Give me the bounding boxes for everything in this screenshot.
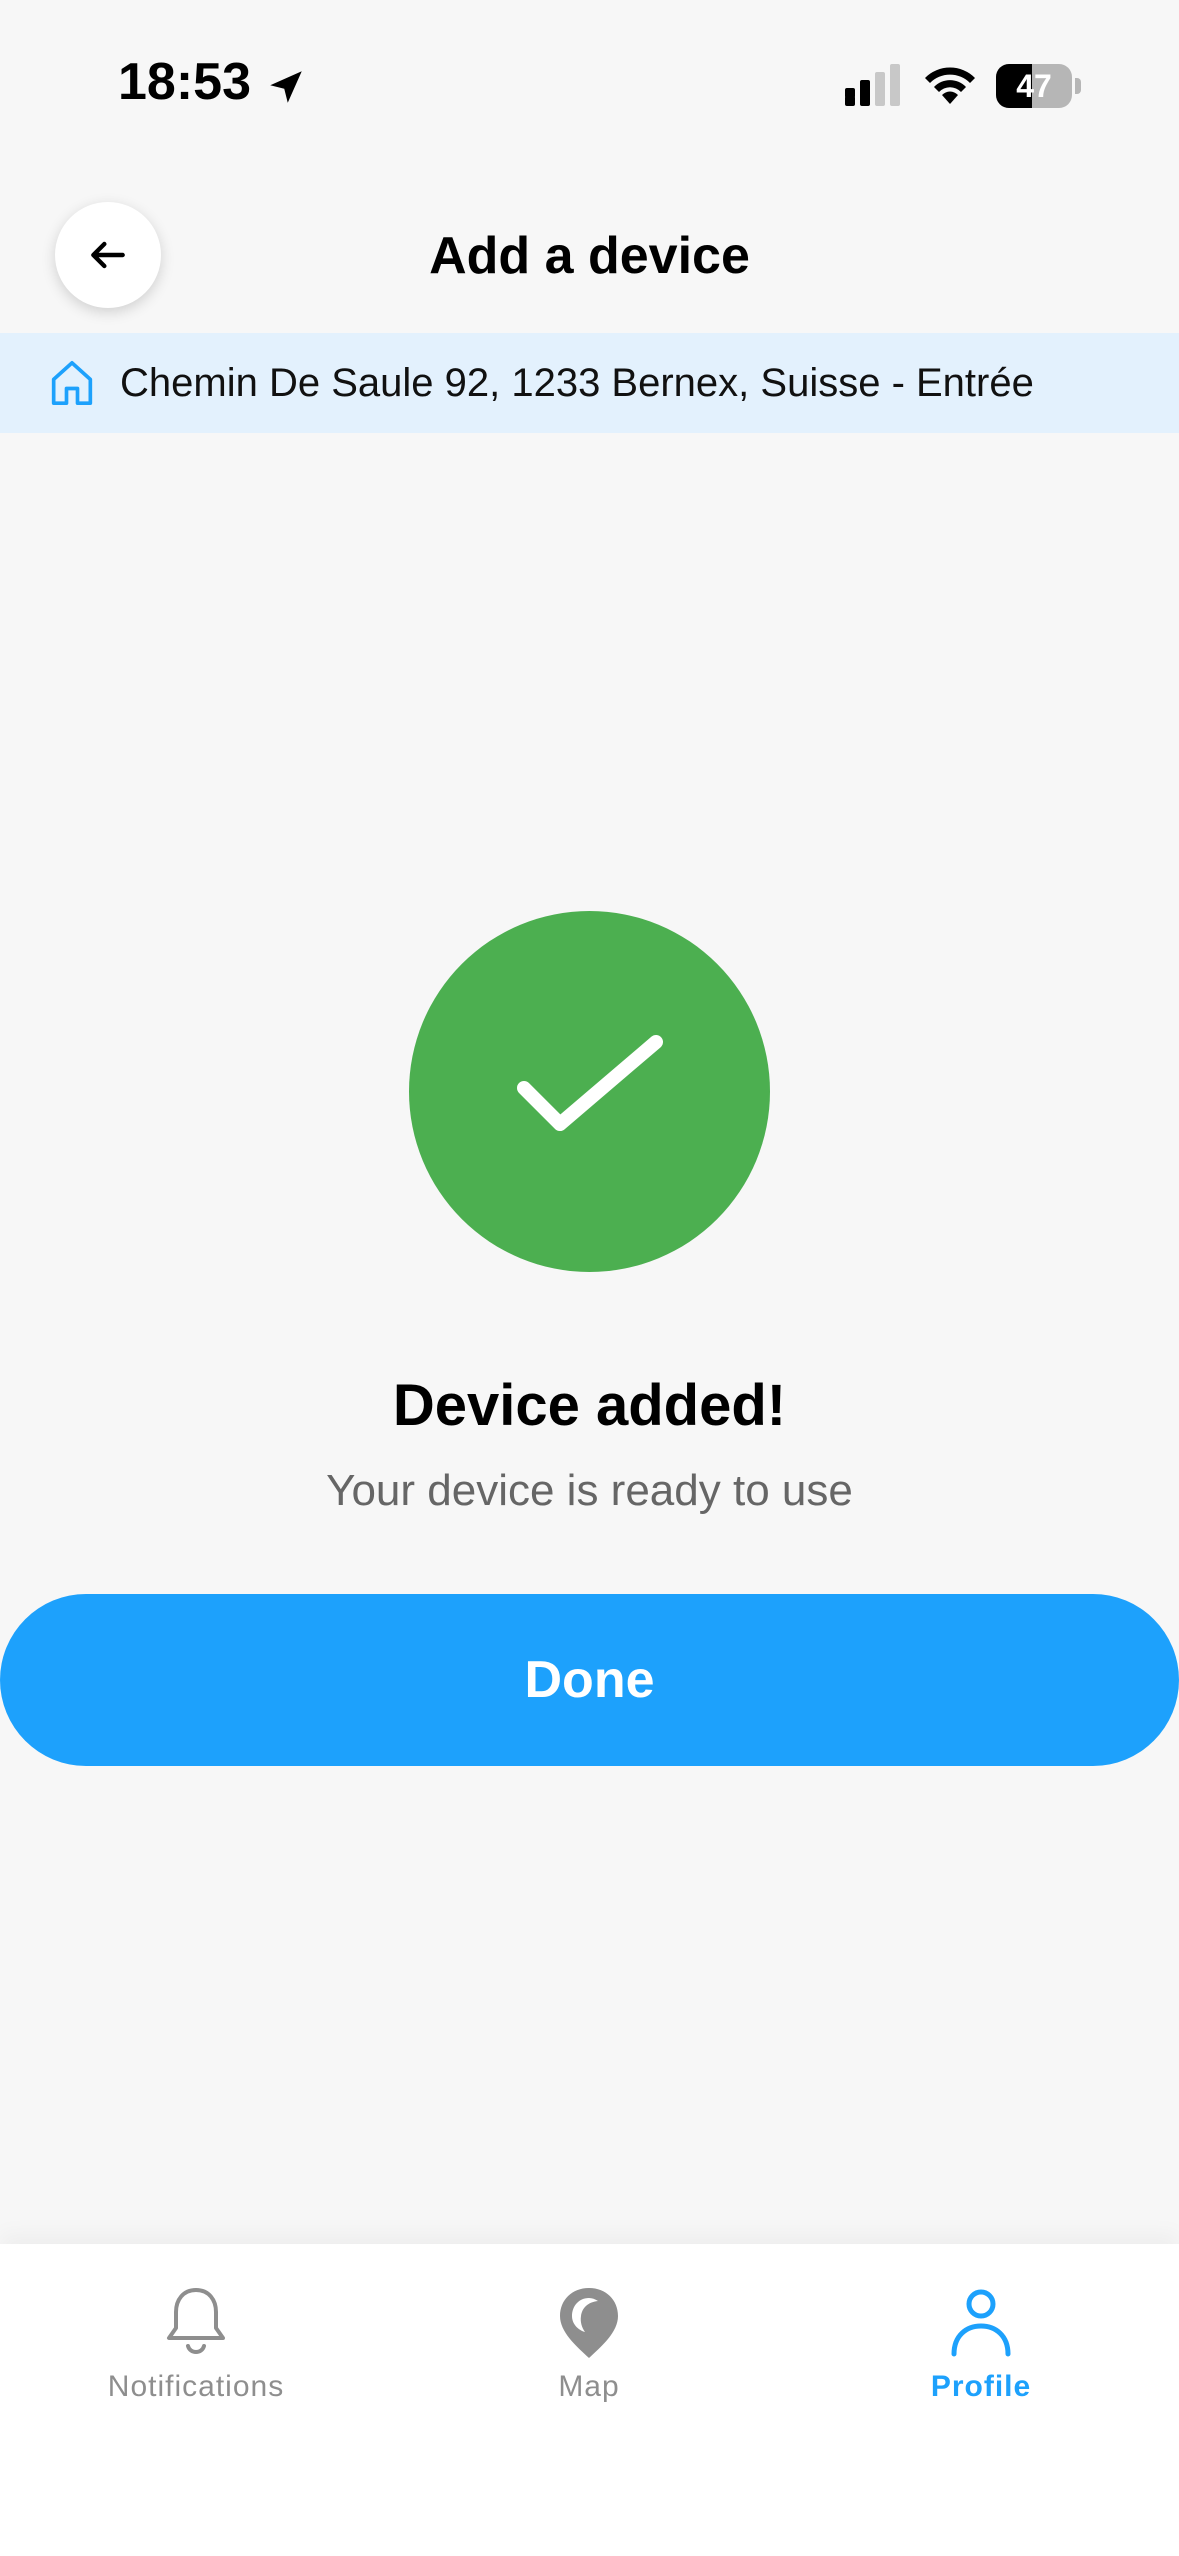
wifi-icon	[925, 67, 975, 104]
tab-label-notifications: Notifications	[107, 2370, 285, 2403]
success-title: Device added!	[392, 1373, 787, 1438]
status-time: 18:53	[118, 53, 251, 111]
battery-level: 47	[1016, 68, 1052, 104]
checkmark-icon	[516, 1034, 663, 1131]
address-text: Chemin De Saule 92, 1233 Bernex, Suisse …	[120, 360, 1034, 405]
tab-profile[interactable]: Profile	[831, 2284, 1131, 2434]
tab-map[interactable]: Map	[439, 2284, 739, 2434]
tab-notifications[interactable]: Notifications	[46, 2284, 346, 2434]
header: Add a device	[0, 190, 1179, 320]
bell-icon	[167, 2288, 225, 2354]
person-icon	[951, 2289, 1011, 2357]
page-title: Add a device	[429, 227, 750, 285]
cellular-signal-icon	[845, 64, 900, 106]
success-check-circle	[409, 911, 770, 1272]
map-pin-icon	[560, 2288, 618, 2358]
done-button[interactable]: Done	[0, 1594, 1179, 1766]
battery-cap	[1075, 78, 1081, 94]
tab-label-map: Map	[558, 2370, 620, 2403]
tab-label-profile: Profile	[930, 2370, 1032, 2403]
address-bar: Chemin De Saule 92, 1233 Bernex, Suisse …	[0, 333, 1179, 433]
status-bar: 18:53 47	[0, 0, 1179, 160]
location-arrow-icon	[270, 71, 302, 103]
tab-bar: Notifications Map Profile	[0, 2244, 1179, 2556]
battery-indicator: 47	[996, 64, 1082, 108]
success-subtitle: Your device is ready to use	[326, 1466, 853, 1515]
home-icon	[51, 361, 93, 405]
